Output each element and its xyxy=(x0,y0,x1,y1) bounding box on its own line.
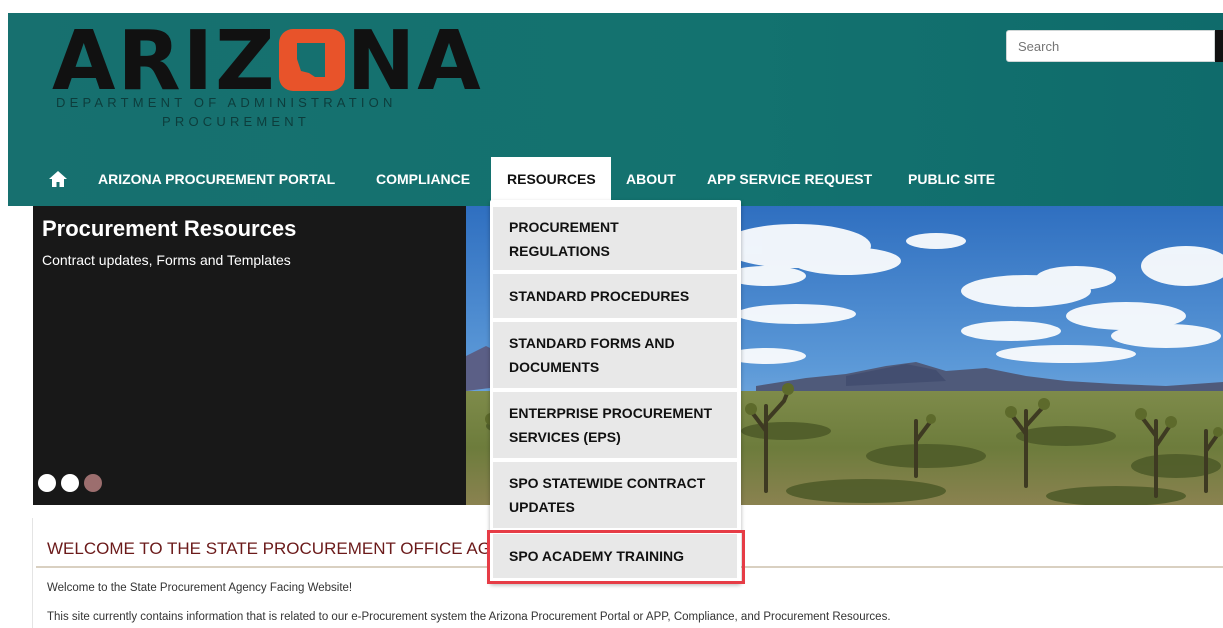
nav-public-site[interactable]: PUBLIC SITE xyxy=(892,157,1011,201)
home-icon[interactable] xyxy=(48,169,68,189)
dropdown-label-line-1: SPO STATEWIDE CONTRACT xyxy=(509,475,706,491)
carousel-dot-3-active[interactable] xyxy=(84,474,102,492)
main-nav: ARIZONA PROCUREMENT PORTAL COMPLIANCE RE… xyxy=(8,157,1223,201)
dropdown-item-spo-academy-training[interactable]: SPO ACADEMY TRAINING xyxy=(493,534,737,578)
content-left-border xyxy=(32,518,33,628)
hero-title: Procurement Resources xyxy=(42,216,297,241)
dropdown-item-label: SPO STATEWIDE CONTRACT UPDATES xyxy=(509,471,705,519)
welcome-paragraph: Welcome to the State Procurement Agency … xyxy=(47,582,353,594)
carousel-dot-1[interactable] xyxy=(38,474,56,492)
search-button[interactable] xyxy=(1215,30,1223,62)
dropdown-item-label: ENTERPRISE PROCUREMENT SERVICES (EPS) xyxy=(509,401,712,449)
dropdown-item-procurement-regulations[interactable]: PROCUREMENT REGULATIONS xyxy=(493,207,737,270)
dropdown-item-label: PROCUREMENT REGULATIONS xyxy=(509,215,619,263)
dropdown-label-line-1: PROCUREMENT xyxy=(509,218,619,235)
dropdown-item-standard-procedures[interactable]: STANDARD PROCEDURES xyxy=(493,274,737,318)
welcome-heading: WELCOME TO THE STATE PROCUREMENT OFFICE … xyxy=(47,539,491,558)
logo-department: DEPARTMENT OF ADMINISTRATION xyxy=(56,95,397,110)
nav-resources[interactable]: RESOURCES xyxy=(491,157,611,201)
dropdown-label-line-2: UPDATES xyxy=(509,499,575,515)
logo-wordmark: ARIZ NA xyxy=(52,21,483,103)
site-info-paragraph: This site currently contains information… xyxy=(47,611,891,623)
dropdown-label-line-2: REGULATIONS xyxy=(509,242,610,259)
dropdown-label-line-1: STANDARD FORMS AND xyxy=(509,335,675,351)
carousel-dot-2[interactable] xyxy=(61,474,79,492)
dropdown-label-line-1: SPO ACADEMY TRAINING xyxy=(509,548,685,564)
dropdown-item-standard-forms-documents[interactable]: STANDARD FORMS AND DOCUMENTS xyxy=(493,322,737,388)
dropdown-label-line-1: ENTERPRISE PROCUREMENT xyxy=(509,405,713,421)
search-input[interactable] xyxy=(1006,30,1215,62)
logo-procurement: PROCUREMENT xyxy=(162,114,311,129)
nav-about[interactable]: ABOUT xyxy=(610,157,692,201)
dropdown-item-spo-statewide-contract-updates[interactable]: SPO STATEWIDE CONTRACT UPDATES xyxy=(493,462,737,528)
nav-app-service-request[interactable]: APP SERVICE REQUEST xyxy=(691,157,888,201)
nav-compliance[interactable]: COMPLIANCE xyxy=(360,157,486,201)
dropdown-label-line-2: SERVICES (EPS) xyxy=(509,429,621,445)
resources-dropdown-menu: PROCUREMENT REGULATIONS STANDARD PROCEDU… xyxy=(490,200,741,583)
arizona-logo[interactable]: ARIZ NA DEPARTMENT OF ADMINISTRATION PROC… xyxy=(52,13,481,143)
hero-subtitle: Contract updates, Forms and Templates xyxy=(42,252,291,268)
dropdown-label-line-1: STANDARD PROCEDURES xyxy=(509,288,690,304)
dropdown-item-enterprise-procurement-services[interactable]: ENTERPRISE PROCUREMENT SERVICES (EPS) xyxy=(493,392,737,458)
nav-arizona-procurement-portal[interactable]: ARIZONA PROCUREMENT PORTAL xyxy=(82,157,351,201)
dropdown-item-label: STANDARD FORMS AND DOCUMENTS xyxy=(509,331,675,379)
hero-caption-panel: Procurement Resources Contract updates, … xyxy=(33,206,466,505)
dropdown-label-line-2: DOCUMENTS xyxy=(509,359,600,375)
arizona-state-o-icon xyxy=(278,29,345,91)
